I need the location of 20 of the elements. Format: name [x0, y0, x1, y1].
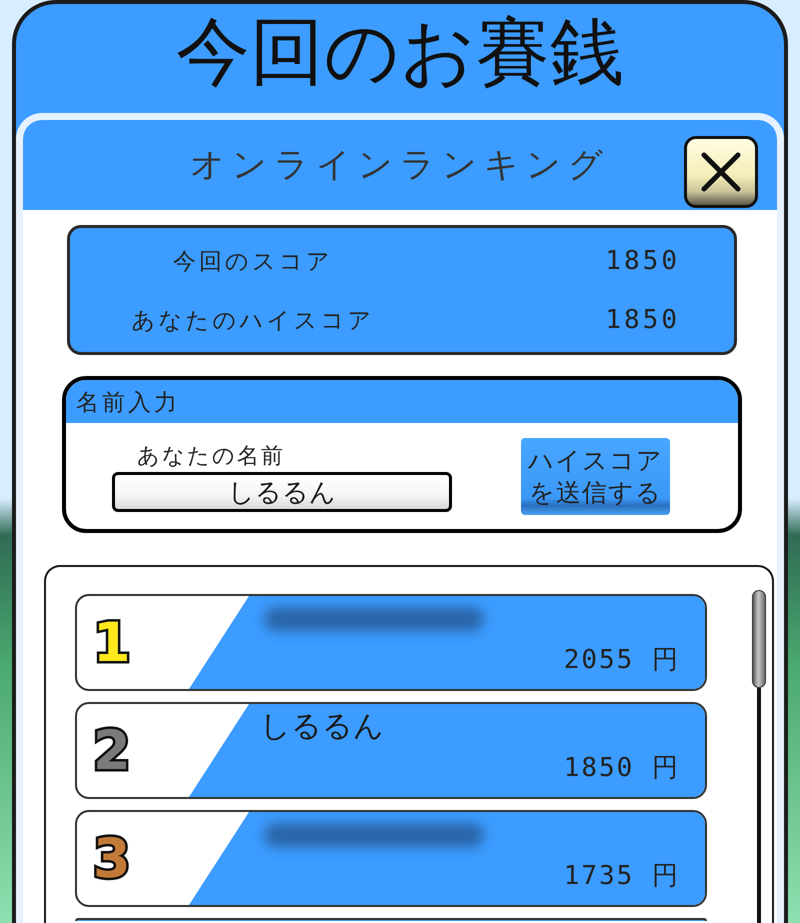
field-label: あなたの名前 [137, 443, 285, 469]
submit-highscore-button[interactable]: ハイスコア を送信する [521, 438, 670, 515]
score-label: あなたのハイスコア [132, 306, 374, 335]
rank-number: 2 [93, 720, 132, 780]
amount-text: 1735 円 [564, 861, 680, 891]
scrollbar-thumb[interactable] [752, 590, 766, 688]
section-title: 名前入力 [76, 388, 180, 416]
rank-number: 3 [93, 828, 132, 888]
rank-number: 1 [93, 612, 132, 672]
panel-title: オンラインランキング [190, 145, 610, 185]
dialog-title: 今回のお賽銭 [176, 12, 624, 92]
close-icon [700, 151, 742, 193]
amount-text: 2055 円 [564, 645, 680, 675]
amount-text: 1850 円 [564, 753, 680, 783]
score-label: 今回のスコア [173, 247, 333, 276]
close-button[interactable] [684, 136, 758, 208]
score-value: 1850 [605, 246, 681, 276]
player-name: しるるん [260, 709, 384, 745]
score-value: 1850 [605, 305, 681, 335]
name-input[interactable]: しるるん [112, 472, 452, 512]
